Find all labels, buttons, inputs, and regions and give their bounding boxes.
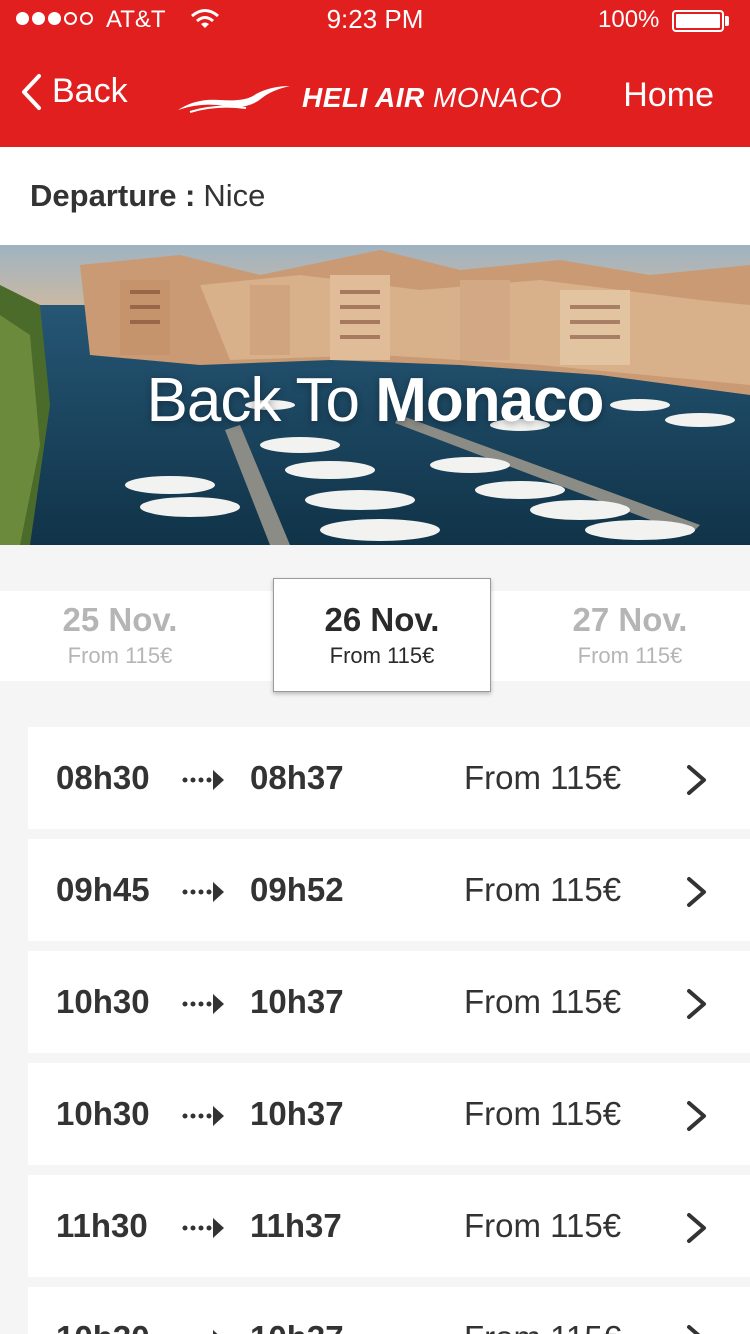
battery-cap-icon (725, 16, 729, 26)
flight-row[interactable]: 09h45 09h52 From 115€ (28, 839, 750, 941)
arrival-time: 10h37 (250, 1095, 344, 1132)
departure-time: 08h30 (56, 759, 150, 796)
flight-row[interactable]: 10h30 10h37 From 115€ (28, 1287, 750, 1334)
flight-price: From 115€ (464, 1207, 622, 1244)
chevron-right-icon (687, 1101, 706, 1131)
battery-icon (672, 10, 724, 32)
dotted-arrow-icon (182, 1106, 224, 1126)
hero-banner: Back To Monaco (0, 245, 750, 545)
dotted-arrow-icon (182, 994, 224, 1014)
departure-time: 11h30 (56, 1207, 148, 1244)
arrival-time: 10h37 (250, 1319, 344, 1334)
date-price: From 115€ (329, 643, 435, 668)
chevron-right-icon (687, 765, 706, 795)
departure-city: Nice (203, 178, 266, 213)
navigation-header: AT&T 9:23 PM 100% Back HELI AIR MONACO H… (0, 0, 750, 147)
back-label: Back (52, 72, 128, 110)
departure-time: 10h30 (56, 1319, 150, 1334)
date-option-26-nov-selected[interactable]: 26 Nov. From 115€ (273, 578, 491, 692)
hero-title-light: Back To (146, 366, 360, 435)
home-button[interactable]: Home (623, 76, 714, 115)
heli-air-monaco-logo: HELI AIR MONACO (176, 78, 562, 118)
chevron-right-icon (687, 1325, 701, 1334)
arrival-time: 08h37 (250, 759, 344, 796)
date-label: 25 Nov. (62, 601, 178, 638)
back-button[interactable]: Back (20, 72, 128, 111)
flight-price: From 115€ (464, 983, 622, 1020)
status-bar: AT&T 9:23 PM 100% (0, 0, 750, 40)
dotted-arrow-icon (182, 882, 224, 902)
logo-bold-text: HELI AIR (302, 82, 425, 113)
hero-title: Back To Monaco (0, 365, 750, 436)
date-selector: 25 Nov. From 115€ 26 Nov. From 115€ 27 N… (0, 578, 750, 692)
departure-label: Departure : (30, 178, 196, 213)
departure-time: 10h30 (56, 983, 150, 1020)
helicopter-swoosh-icon (178, 86, 290, 113)
chevron-right-icon (687, 989, 706, 1019)
date-option-27-nov[interactable]: 27 Nov. From 115€ (510, 591, 750, 681)
date-label: 27 Nov. (572, 601, 688, 638)
flight-list: 08h30 08h37 From 115€ 09h45 09h52 From 1… (28, 727, 750, 1334)
date-price: From 115€ (577, 643, 683, 668)
flight-row[interactable]: 11h30 11h37 From 115€ (28, 1175, 750, 1277)
flight-price: From 115€ (464, 1095, 622, 1132)
hero-title-bold: Monaco (375, 366, 604, 435)
departure-bar: Departure : Nice (0, 147, 750, 245)
logo-light-text: MONACO (433, 82, 563, 113)
flight-price: From 115€ (464, 759, 622, 796)
departure-time: 09h45 (56, 871, 150, 908)
dotted-arrow-icon (182, 770, 224, 790)
dotted-arrow-icon (213, 1330, 218, 1334)
arrival-time: 09h52 (250, 871, 344, 908)
arrival-time: 10h37 (250, 983, 344, 1020)
chevron-left-icon (22, 73, 41, 110)
battery-percentage: 100% (598, 6, 660, 33)
departure-time: 10h30 (56, 1095, 150, 1132)
flight-row[interactable]: 08h30 08h37 From 115€ (28, 727, 750, 829)
date-option-25-nov[interactable]: 25 Nov. From 115€ (0, 591, 240, 681)
flight-row[interactable]: 10h30 10h37 From 115€ (28, 1063, 750, 1165)
date-label: 26 Nov. (324, 601, 440, 638)
arrival-time: 11h37 (250, 1207, 342, 1244)
dotted-arrow-icon (182, 1218, 224, 1238)
chevron-right-icon (687, 1213, 706, 1243)
flight-row[interactable]: 10h30 10h37 From 115€ (28, 951, 750, 1053)
flight-price: From 115€ (464, 1319, 621, 1334)
date-price: From 115€ (67, 643, 173, 668)
chevron-right-icon (687, 877, 706, 907)
flight-price: From 115€ (464, 871, 622, 908)
